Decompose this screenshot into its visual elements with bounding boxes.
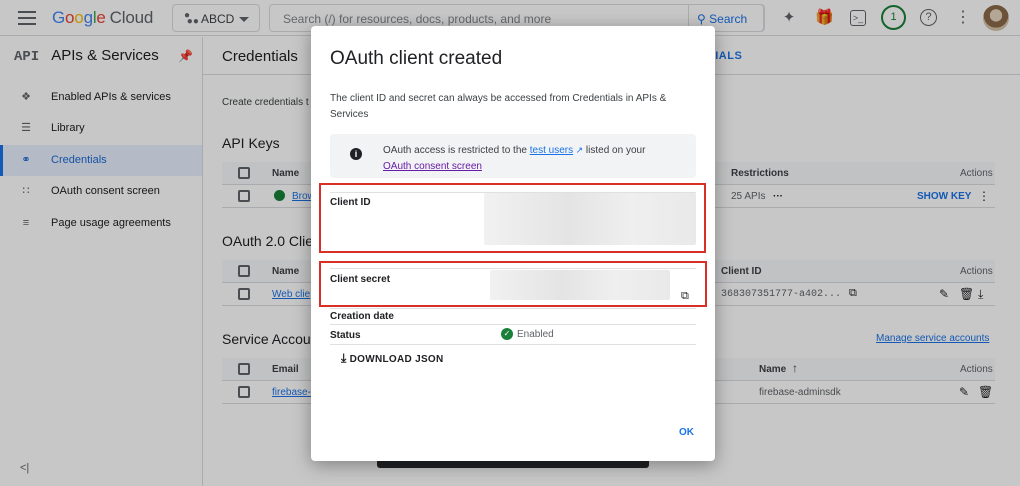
dialog-title: OAuth client created [330,48,503,69]
notice-middle: listed on your [583,145,646,156]
divider [330,344,696,345]
ok-button[interactable]: OK [679,427,694,438]
notice-text: OAuth access is restricted to the test u… [383,142,683,175]
info-icon: i [350,148,362,160]
oauth-consent-screen-link[interactable]: OAuth consent screen [383,161,482,172]
divider [330,308,696,309]
check-circle-icon: ✓ [501,328,513,340]
highlight-box [319,183,706,253]
download-json-label: DOWNLOAD JSON [349,354,444,365]
status-value: Enabled [517,329,554,340]
creation-date-label: Creation date [330,311,394,322]
notice-banner: i OAuth access is restricted to the test… [330,134,696,178]
dialog-description: The client ID and secret can always be a… [330,93,667,120]
open-in-new-icon: ↗ [573,145,584,155]
download-json-button[interactable]: ⤓ DOWNLOAD JSON [341,351,444,366]
divider [330,324,696,325]
status-label: Status [330,330,361,341]
notice-prefix: OAuth access is restricted to the [383,145,530,156]
highlight-box [319,261,707,307]
download-icon: ⤓ [341,351,347,365]
test-users-link[interactable]: test users [530,145,573,156]
